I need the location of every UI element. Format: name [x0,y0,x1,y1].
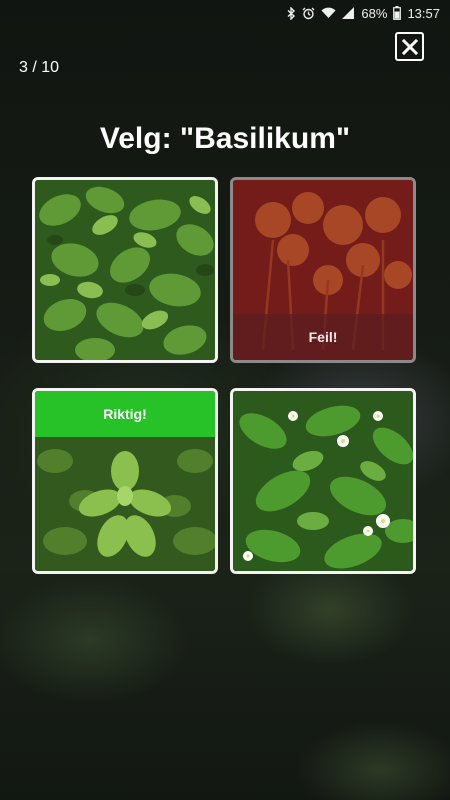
correct-result-banner: Riktig! [35,391,215,437]
status-bar: 68% 13:57 [0,0,450,26]
bluetooth-icon [287,6,296,20]
wifi-icon [321,7,336,19]
plant-image [35,180,215,360]
answer-tile-2[interactable]: Feil! [230,177,416,363]
question-progress: 3 / 10 [19,59,60,76]
plant-image [233,391,413,571]
answer-tile-3[interactable]: Riktig! [32,388,218,574]
question-title: Velg: "Basilikum" [99,122,351,155]
alarm-icon [302,7,315,20]
wrong-result-banner: Feil! [233,314,413,360]
clock: 13:57 [407,5,440,21]
close-button[interactable] [395,32,424,61]
battery-icon [393,6,402,20]
signal-icon [342,7,355,19]
answer-tile-4[interactable] [230,388,416,574]
quiz-screen: 68% 13:57 3 / 10 Velg: "Basilikum" Feil!… [0,0,450,800]
close-icon [401,38,418,55]
answer-tile-1[interactable] [32,177,218,363]
battery-percent: 68% [361,5,388,21]
